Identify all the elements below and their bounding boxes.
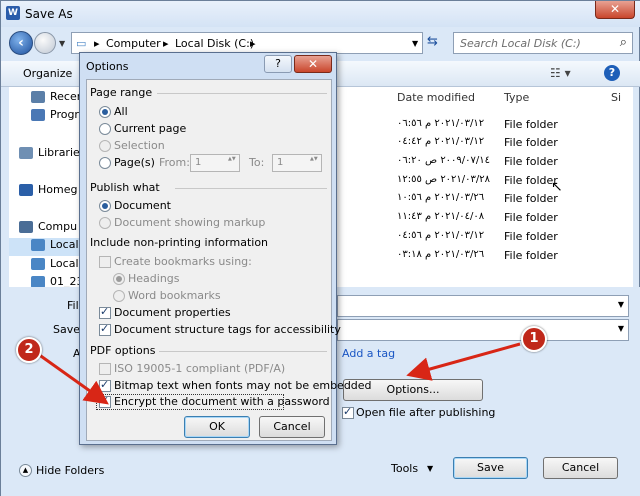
annotation-marker-1: 1: [521, 326, 547, 352]
annotation-arrows: [37, 342, 521, 405]
annotation-arrow-1: [406, 342, 521, 381]
annotation-marker-2: 2: [16, 337, 42, 363]
annotation-arrow-2: [37, 352, 109, 405]
